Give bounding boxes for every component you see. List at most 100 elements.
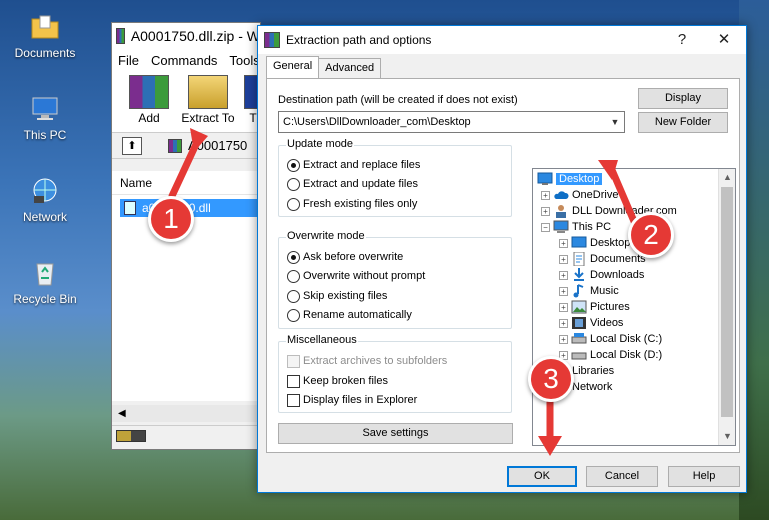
winrar-menu-bar: File Commands Tools [112, 49, 260, 71]
destination-path-combo[interactable]: C:\Users\DllDownloader_com\Desktop ▼ [278, 111, 625, 133]
dialog-title-bar: Extraction path and options ? ✕ [258, 26, 746, 54]
desktop-icon-this-pc[interactable]: This PC [8, 94, 82, 142]
tree-item-pc-desktop[interactable]: + Desktop [559, 235, 630, 251]
tree-item-desktop-root[interactable]: Desktop [537, 171, 603, 187]
scroll-down-icon[interactable]: ▼ [719, 428, 735, 445]
winrar-status-bar [112, 425, 260, 449]
desktop-icon-network[interactable]: Network [8, 176, 82, 224]
radio-extract-replace[interactable]: Extract and replace files [287, 157, 420, 173]
display-button[interactable]: Display [638, 88, 728, 109]
desktop-icon-recycle-bin[interactable]: Recycle Bin [8, 258, 82, 306]
option-label: Skip existing files [303, 290, 388, 302]
winrar-path-text: A0001750 [188, 138, 248, 153]
tree-vertical-scrollbar[interactable]: ▲ ▼ [718, 169, 735, 445]
network-globe-icon [33, 178, 57, 203]
checkbox-extract-to-subfolders[interactable]: Extract archives to subfolders [287, 353, 447, 369]
radio-rename-automatically[interactable]: Rename automatically [287, 307, 412, 323]
tree-item-pictures[interactable]: + Pictures [559, 299, 630, 315]
tree-item-onedrive[interactable]: + OneDrive [541, 187, 618, 203]
winrar-toolbar: Add Extract To T [112, 71, 262, 133]
tree-item-documents[interactable]: + Documents [559, 251, 646, 267]
checkbox-keep-broken-files[interactable]: Keep broken files [287, 373, 388, 389]
update-mode-group: Update mode Extract and replace files Ex… [278, 138, 512, 217]
add-archive-icon [129, 75, 169, 109]
expand-icon[interactable]: + [559, 238, 568, 248]
up-folder-button[interactable]: ⬆ [122, 136, 142, 155]
hard-drive-icon [571, 333, 587, 344]
checkbox-icon [287, 393, 300, 407]
radio-selected-icon [287, 250, 300, 264]
download-arrow-icon [574, 268, 584, 281]
menu-tools[interactable]: Tools [223, 53, 260, 68]
expand-icon[interactable]: + [541, 190, 550, 200]
tree-item-local-disk-d[interactable]: + Local Disk (D:) [559, 347, 662, 363]
folder-icon [31, 15, 59, 39]
tab-advanced[interactable]: Advanced [318, 58, 382, 78]
new-folder-button[interactable]: New Folder [638, 112, 728, 133]
help-question-button[interactable]: ? [662, 26, 702, 54]
radio-ask-before-overwrite[interactable]: Ask before overwrite [287, 249, 403, 265]
tree-item-local-disk-c[interactable]: + Local Disk (C:) [559, 331, 662, 347]
option-label: Display files in Explorer [303, 394, 418, 406]
radio-icon [287, 289, 300, 303]
expand-icon[interactable]: + [559, 302, 568, 312]
overwrite-mode-legend: Overwrite mode [286, 230, 366, 242]
close-button[interactable]: ✕ [704, 26, 744, 54]
expand-icon[interactable]: + [559, 270, 568, 280]
scroll-thumb[interactable] [721, 187, 733, 417]
scroll-up-icon[interactable]: ▲ [719, 169, 735, 186]
general-tab-panel: Destination path (will be created if doe… [266, 78, 740, 453]
chevron-down-icon[interactable]: ▼ [606, 112, 624, 132]
option-label: Extract and update files [303, 178, 418, 190]
ok-button[interactable]: OK [507, 466, 577, 487]
expand-icon[interactable]: + [559, 318, 568, 328]
collapse-icon[interactable]: − [541, 222, 550, 232]
radio-extract-update[interactable]: Extract and update files [287, 176, 418, 192]
desktop-icon-documents[interactable]: Documents [8, 12, 82, 60]
add-button[interactable]: Add [124, 75, 174, 125]
tab-general[interactable]: General [266, 56, 320, 78]
dialog-title: Extraction path and options [286, 33, 432, 47]
radio-skip-existing[interactable]: Skip existing files [287, 288, 387, 304]
option-label: Ask before overwrite [303, 251, 404, 263]
expand-icon[interactable]: + [559, 254, 568, 264]
tree-item-this-pc[interactable]: − This PC [541, 219, 611, 235]
winrar-path-bar: ⬆ A0001750 [112, 133, 260, 159]
miscellaneous-group: Miscellaneous Extract archives to subfol… [278, 334, 512, 413]
menu-file[interactable]: File [112, 53, 145, 68]
tree-item-videos[interactable]: + Videos [559, 315, 623, 331]
user-icon [556, 205, 566, 218]
radio-fresh-existing[interactable]: Fresh existing files only [287, 196, 417, 212]
music-note-icon [573, 284, 584, 298]
expand-icon[interactable]: + [559, 286, 568, 296]
radio-overwrite-without-prompt[interactable]: Overwrite without prompt [287, 268, 425, 284]
radio-selected-icon [287, 158, 300, 172]
destination-path-label: Destination path (will be created if doe… [278, 94, 518, 106]
step-1-marker: 1 [148, 196, 194, 242]
option-label: Fresh existing files only [303, 198, 418, 210]
drive-key-icon [116, 430, 146, 442]
computer-icon [553, 220, 569, 233]
expand-icon[interactable]: + [559, 334, 568, 344]
desktop-icon-label: Documents [14, 46, 76, 60]
save-settings-button[interactable]: Save settings [278, 423, 513, 444]
option-label: Keep broken files [303, 375, 388, 387]
extraction-dialog: Extraction path and options ? ✕ General … [257, 25, 747, 493]
expand-icon[interactable]: + [541, 206, 550, 216]
step-3-marker: 3 [528, 356, 574, 402]
cancel-button[interactable]: Cancel [586, 466, 658, 487]
extract-folder-icon [188, 75, 228, 109]
tree-item-downloads[interactable]: + Downloads [559, 267, 644, 283]
onedrive-cloud-icon [554, 191, 569, 199]
archive-small-icon [168, 138, 182, 153]
tree-item-music[interactable]: + Music [559, 283, 619, 299]
winrar-horizontal-scrollbar[interactable]: ◀ [112, 405, 260, 422]
extract-to-button[interactable]: Extract To [180, 75, 236, 125]
desktop-icon-label: This PC [23, 128, 67, 142]
column-header-name[interactable]: Name [112, 171, 260, 195]
destination-path-value: C:\Users\DllDownloader_com\Desktop [283, 116, 471, 128]
checkbox-display-in-explorer[interactable]: Display files in Explorer [287, 392, 417, 408]
menu-commands[interactable]: Commands [145, 53, 223, 68]
computer-icon [32, 97, 58, 120]
help-button[interactable]: Help [668, 466, 740, 487]
